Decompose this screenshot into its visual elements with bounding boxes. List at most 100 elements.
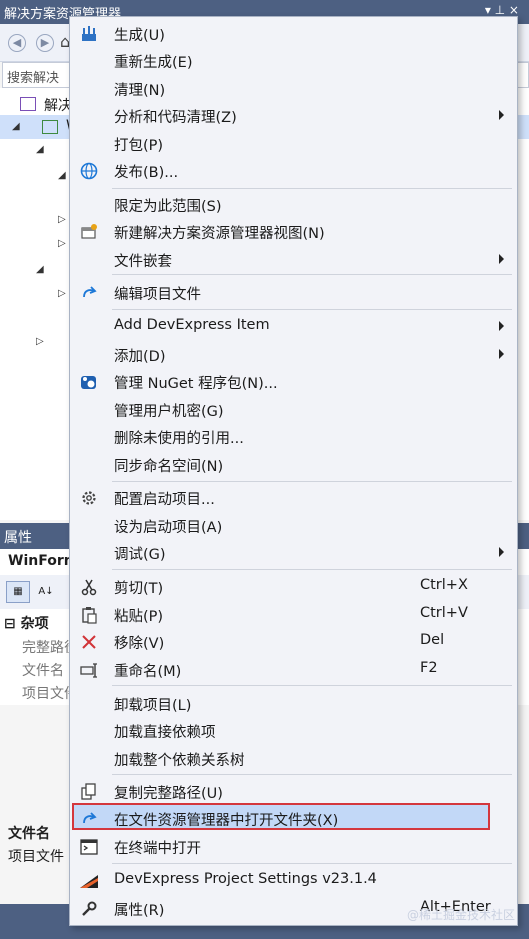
menu-item-load-dep-tree[interactable]: 加载整个依赖关系树	[74, 745, 514, 772]
csharp-project-icon	[42, 120, 58, 134]
menu-item-clean[interactable]: 清理(N)	[74, 75, 514, 102]
menu-item-new-view[interactable]: 新建解决方案资源管理器视图(N)	[74, 218, 514, 245]
menu-item-sync-namespaces[interactable]: 同步命名空间(N)	[74, 451, 514, 478]
gear-icon	[78, 488, 100, 508]
property-name: 文件名	[22, 663, 64, 679]
collapse-icon[interactable]: ▷	[58, 214, 66, 225]
pin-close-icons[interactable]: ▾ ⊥ ×	[485, 3, 519, 17]
menu-label: 打包(P)	[114, 138, 164, 154]
menu-label: 管理用户机密(G)	[114, 404, 224, 420]
copy-icon	[78, 782, 100, 802]
menu-item-build[interactable]: 生成(U)	[74, 20, 514, 47]
menu-separator	[112, 481, 512, 482]
menu-label: 属性(R)	[114, 903, 165, 919]
collapse-icon[interactable]: ▷	[36, 336, 44, 347]
remove-icon	[78, 632, 100, 652]
menu-label: 分析和代码清理(Z)	[114, 110, 237, 126]
devexpress-icon	[78, 871, 100, 891]
menu-item-cut[interactable]: 剪切(T) Ctrl+X	[74, 573, 514, 600]
tree-label: 解决	[44, 98, 72, 114]
menu-separator	[112, 569, 512, 570]
menu-item-rename[interactable]: 重命名(M) F2	[74, 656, 514, 683]
menu-item-add[interactable]: 添加(D)	[74, 341, 514, 368]
shortcut-label: Ctrl+V	[420, 605, 468, 621]
menu-label: 剪切(T)	[114, 581, 164, 597]
menu-item-scope-to-this[interactable]: 限定为此范围(S)	[74, 191, 514, 218]
menu-item-open-in-file-explorer[interactable]: 在文件资源管理器中打开文件夹(X)	[72, 803, 490, 830]
menu-item-edit-project-file[interactable]: 编辑项目文件	[74, 279, 514, 306]
rename-icon	[78, 660, 100, 680]
menu-label: 生成(U)	[114, 28, 165, 44]
globe-icon	[78, 161, 100, 181]
menu-separator	[112, 863, 512, 864]
submenu-arrow-icon	[499, 321, 504, 331]
menu-label: 重新生成(E)	[114, 55, 193, 71]
expand-icon[interactable]: ◢	[12, 121, 20, 132]
menu-label: 新建解决方案资源管理器视图(N)	[114, 226, 325, 242]
menu-item-manage-nuget[interactable]: 管理 NuGet 程序包(N)...	[74, 368, 514, 395]
menu-item-remove[interactable]: 移除(V) Del	[74, 628, 514, 655]
forward-icon[interactable]: ▶	[36, 34, 54, 52]
menu-item-remove-unused-refs[interactable]: 删除未使用的引用...	[74, 423, 514, 450]
open-folder-arrow-icon	[78, 809, 100, 829]
collapse-icon[interactable]: ▷	[58, 288, 66, 299]
menu-item-set-startup[interactable]: 设为启动项目(A)	[74, 512, 514, 539]
alphabetical-icon[interactable]: A↓	[34, 581, 58, 603]
back-icon[interactable]: ◀	[8, 34, 26, 52]
expand-icon[interactable]: ◢	[36, 144, 44, 155]
menu-label: 设为启动项目(A)	[114, 520, 223, 536]
nuget-icon	[78, 372, 100, 392]
submenu-arrow-icon	[499, 110, 504, 120]
menu-label: 加载整个依赖关系树	[114, 753, 245, 769]
menu-item-file-nesting[interactable]: 文件嵌套	[74, 246, 514, 273]
shortcut-label: Del	[420, 632, 445, 648]
shortcut-label: Ctrl+X	[420, 577, 468, 593]
menu-label: 清理(N)	[114, 83, 166, 99]
menu-item-rebuild[interactable]: 重新生成(E)	[74, 47, 514, 74]
menu-label: 同步命名空间(N)	[114, 459, 224, 475]
menu-item-pack[interactable]: 打包(P)	[74, 130, 514, 157]
categorized-icon[interactable]: ▦	[6, 581, 30, 603]
menu-item-devexpress-settings[interactable]: DevExpress Project Settings v23.1.4	[74, 867, 514, 894]
menu-item-unload-project[interactable]: 卸载项目(L)	[74, 690, 514, 717]
project-context-menu: 生成(U) 重新生成(E) 清理(N) 分析和代码清理(Z) 打包(P) 发布(…	[69, 16, 518, 926]
menu-item-publish[interactable]: 发布(B)...	[74, 157, 514, 184]
menu-label: 复制完整路径(U)	[114, 786, 223, 802]
expand-icon[interactable]: ◢	[58, 170, 66, 181]
edit-redo-icon	[78, 283, 100, 303]
menu-item-analyze[interactable]: 分析和代码清理(Z)	[74, 102, 514, 129]
wrench-icon	[78, 899, 100, 919]
menu-item-paste[interactable]: 粘贴(P) Ctrl+V	[74, 601, 514, 628]
menu-separator	[112, 685, 512, 686]
menu-item-load-direct-deps[interactable]: 加载直接依赖项	[74, 717, 514, 744]
category-label: ⊟ 杂项	[4, 616, 49, 632]
description-title: 文件名	[8, 826, 50, 842]
menu-label: 配置启动项目...	[114, 492, 215, 508]
menu-label: 重命名(M)	[114, 664, 182, 680]
menu-item-add-devexpress[interactable]: Add DevExpress Item	[74, 313, 514, 340]
submenu-arrow-icon	[499, 547, 504, 557]
menu-item-open-in-terminal[interactable]: 在终端中打开	[74, 833, 514, 860]
collapse-icon[interactable]: ▷	[58, 238, 66, 249]
build-icon	[78, 24, 100, 44]
menu-label: 加载直接依赖项	[114, 725, 216, 741]
menu-label: 移除(V)	[114, 636, 165, 652]
menu-separator	[112, 774, 512, 775]
menu-label: 在文件资源管理器中打开文件夹(X)	[114, 813, 339, 829]
expand-icon[interactable]: ◢	[36, 264, 44, 275]
menu-item-manage-secrets[interactable]: 管理用户机密(G)	[74, 396, 514, 423]
description-text: 项目文件	[8, 849, 64, 865]
menu-separator	[112, 274, 512, 275]
submenu-arrow-icon	[499, 254, 504, 264]
menu-item-copy-full-path[interactable]: 复制完整路径(U)	[74, 778, 514, 805]
paste-icon	[78, 605, 100, 625]
shortcut-label: F2	[420, 660, 438, 676]
menu-item-debug[interactable]: 调试(G)	[74, 539, 514, 566]
menu-separator	[112, 309, 512, 310]
terminal-icon	[78, 837, 100, 857]
menu-item-configure-startup[interactable]: 配置启动项目...	[74, 484, 514, 511]
submenu-arrow-icon	[499, 349, 504, 359]
scissors-icon	[78, 577, 100, 597]
menu-label: 粘贴(P)	[114, 609, 164, 625]
watermark-text: @稀土掘金技术社区	[406, 908, 515, 922]
